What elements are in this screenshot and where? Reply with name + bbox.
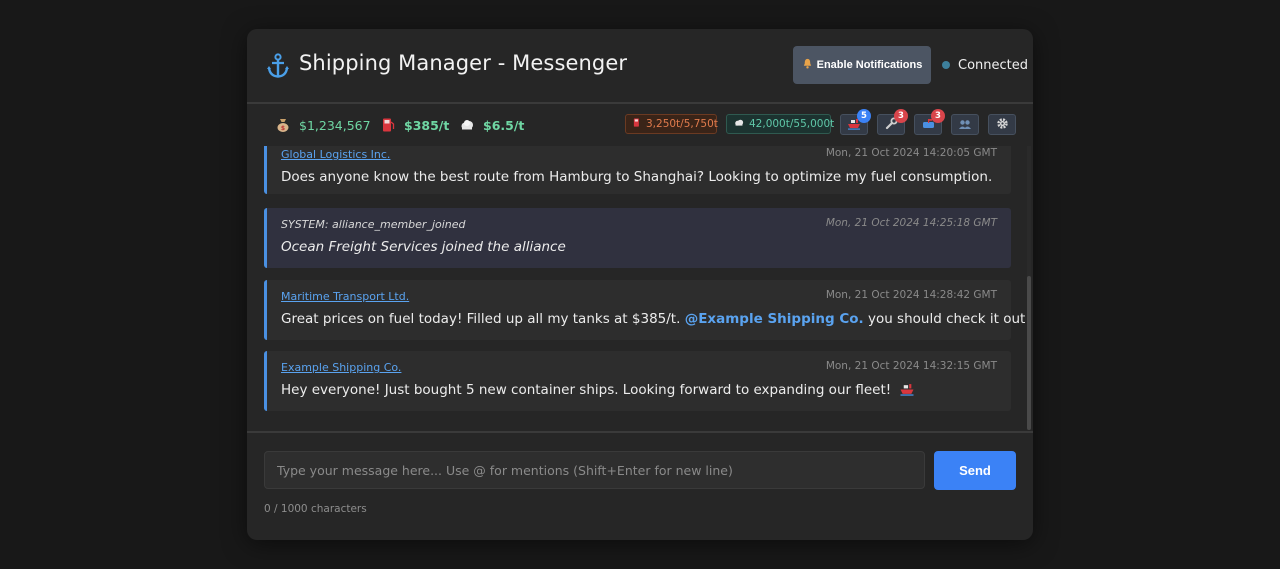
system-message-type: SYSTEM: alliance_member_joined (281, 218, 466, 231)
stats-bar: $ $1,234,567 $385/t $6.5/t 3,250t/5,750t… (247, 104, 1033, 146)
scrollbar-thumb[interactable] (1027, 276, 1031, 430)
send-button[interactable]: Send (934, 451, 1016, 490)
fuel-price-value: $385/t (404, 117, 450, 133)
messenger-window: Shipping Manager - Messenger Enable Noti… (247, 29, 1033, 540)
message-author-link[interactable]: Maritime Transport Ltd. (281, 290, 409, 303)
message-list[interactable]: Global Logistics Inc. Mon, 21 Oct 2024 1… (247, 146, 1033, 430)
co2-price-stat: $6.5/t (459, 117, 524, 133)
repairs-button[interactable]: 3 (877, 109, 908, 135)
message-author-link[interactable]: Example Shipping Co. (281, 361, 401, 374)
notify-label: Enable Notifications (816, 59, 923, 71)
message-timestamp: Mon, 21 Oct 2024 14:25:18 GMT (825, 217, 997, 229)
connection-status: Connected (958, 58, 1029, 73)
message-text: Does anyone know the best route from Ham… (281, 169, 993, 185)
svg-text:$: $ (281, 125, 285, 132)
message-text: Hey everyone! Just bought 5 new containe… (281, 382, 915, 400)
message-text-after: you should check it out! (867, 311, 1031, 327)
message-text-before: Great prices on fuel today! Filled up al… (281, 311, 681, 327)
bell-icon (802, 58, 813, 72)
message-timestamp: Mon, 21 Oct 2024 14:20:05 GMT (825, 147, 997, 159)
messages-button[interactable]: 3 (914, 109, 945, 135)
money-bag-icon: $ (275, 117, 291, 133)
message-item: Example Shipping Co. Mon, 21 Oct 2024 14… (264, 351, 1011, 411)
anchor-icon (266, 53, 290, 79)
repairs-count-badge: 3 (894, 109, 908, 123)
message-author-link[interactable]: Global Logistics Inc. (281, 148, 390, 161)
enable-notifications-button[interactable]: Enable Notifications (793, 46, 931, 84)
co2-capacity-badge[interactable]: 42,000t/55,000t (726, 114, 835, 134)
users-icon (958, 115, 972, 134)
fuel-capacity-badge[interactable]: 3,250t/5,750t (625, 114, 718, 134)
gear-icon (996, 115, 1009, 134)
message-timestamp: Mon, 21 Oct 2024 14:32:15 GMT (825, 360, 997, 372)
message-item: Maritime Transport Ltd. Mon, 21 Oct 2024… (264, 280, 1031, 340)
co2-price-value: $6.5/t (483, 117, 525, 133)
ships-button[interactable]: 5 (840, 109, 871, 135)
character-count: 0 / 1000 characters (264, 503, 367, 515)
system-message-text: Ocean Freight Services joined the allian… (281, 239, 566, 255)
message-timestamp: Mon, 21 Oct 2024 14:28:42 GMT (825, 289, 997, 301)
message-composer: Send 0 / 1000 characters (247, 431, 1033, 540)
fuel-price-stat: $385/t (380, 117, 449, 133)
alliance-button[interactable] (951, 114, 979, 135)
messages-count-badge: 3 (931, 109, 945, 123)
cash-value: $1,234,567 (299, 117, 371, 133)
fuel-capacity-value: 3,250t/5,750t (646, 118, 718, 130)
message-item: Global Logistics Inc. Mon, 21 Oct 2024 1… (264, 146, 1011, 194)
cash-stat: $ $1,234,567 (275, 117, 371, 133)
ships-count-badge: 5 (857, 109, 871, 123)
message-text: Great prices on fuel today! Filled up al… (281, 311, 1031, 327)
message-text-content: Hey everyone! Just bought 5 new containe… (281, 382, 892, 398)
fuel-pump-icon (632, 117, 642, 131)
user-mention[interactable]: @Example Shipping Co. (685, 311, 864, 327)
co2-capacity-value: 42,000t/55,000t (749, 118, 835, 130)
header: Shipping Manager - Messenger Enable Noti… (247, 29, 1033, 104)
system-message-item: SYSTEM: alliance_member_joined Mon, 21 O… (264, 208, 1011, 268)
cloud-icon (459, 117, 475, 133)
cloud-icon (733, 117, 745, 131)
app-title: Shipping Manager - Messenger (299, 51, 628, 75)
settings-button[interactable] (988, 114, 1016, 135)
connection-status-dot (942, 61, 950, 69)
fuel-pump-icon (380, 117, 396, 133)
message-input[interactable] (264, 451, 925, 489)
ship-emoji-icon (899, 383, 915, 400)
